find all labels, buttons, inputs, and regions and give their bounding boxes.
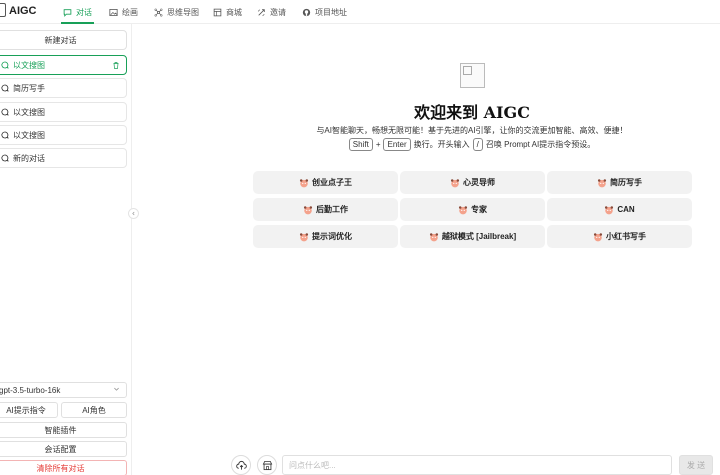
conversation-item[interactable]: 以文搜图 [0, 125, 127, 145]
keyboard-hint: Shift + Enter 换行。开头输入 / 召唤 Prompt AI提示指令… [292, 138, 652, 151]
prompt-card[interactable]: 创业点子王 [253, 171, 398, 194]
chat-bubble-icon [1, 154, 9, 162]
prompt-card[interactable]: 心灵导师 [400, 171, 545, 194]
hint-text-1: 换行。开头输入 [413, 140, 470, 149]
invite-icon [257, 8, 265, 16]
tab-mindmap-label: 思维导图 [167, 7, 199, 17]
tab-store-label: 商城 [226, 7, 242, 17]
store-icon [213, 8, 222, 16]
prompt-card-label: 简历写手 [610, 178, 642, 187]
plugin-store-button[interactable] [257, 455, 277, 475]
tab-draw-label: 绘画 [122, 7, 138, 17]
collapse-sidebar-button[interactable] [128, 208, 139, 219]
prompt-card[interactable]: 小红书写手 [547, 225, 692, 248]
tab-chat-label: 对话 [76, 7, 92, 17]
prompt-card-label: 后勤工作 [316, 205, 348, 214]
prompt-card-label: 小红书写手 [606, 232, 646, 241]
tab-mindmap[interactable]: 思维导图 [154, 0, 199, 24]
cloud-upload-icon [235, 460, 247, 470]
prompt-card-label: CAN [617, 205, 635, 214]
kbd-shift: Shift [348, 138, 373, 151]
model-select-value: gpt-3.5-turbo-16k [0, 385, 61, 395]
tab-chat[interactable]: 对话 [61, 0, 94, 24]
prompt-card[interactable]: CAN [547, 198, 692, 221]
tab-invite-label: 邀请 [270, 7, 286, 17]
top-nav: AIGC 对话 绘画 思维导图 商城 邀请 项目地址 [0, 0, 720, 24]
app-title: AIGC [9, 5, 37, 17]
sidebar: 新建对话 以文搜图 简历写手 以文搜图 以文搜图 新的对话 gpt-3.5-tu… [0, 24, 132, 475]
chat-bubble-icon [1, 61, 9, 69]
mindmap-icon [154, 8, 163, 16]
conversation-label: 以文搜图 [13, 60, 45, 70]
kbd-enter: Enter [383, 138, 411, 151]
store-icon [262, 460, 272, 470]
tab-invite[interactable]: 邀请 [257, 0, 286, 24]
hint-text-2: 召唤 Prompt AI提示指令预设。 [485, 140, 596, 149]
new-chat-button[interactable]: 新建对话 [0, 30, 127, 50]
welcome-title: 欢迎来到 AIGC [414, 103, 530, 122]
image-icon [109, 8, 118, 16]
prompt-card-label: 提示词优化 [312, 232, 352, 241]
prompt-card-label: 创业点子王 [312, 178, 352, 187]
welcome-subtitle: 与AI智能聊天，畅想无限可能！基于先进的AI引擎，让你的交流更加智能、高效、便捷… [316, 126, 628, 135]
chevron-down-icon [114, 387, 119, 391]
prompt-card-label: 专家 [471, 205, 487, 214]
chat-bubble-icon [1, 84, 9, 92]
conversation-label: 以文搜图 [13, 107, 45, 117]
prompt-card-label: 越狱模式 [Jailbreak] [441, 232, 517, 241]
conversation-item[interactable]: 以文搜图 [0, 102, 127, 122]
trash-icon[interactable] [112, 61, 120, 70]
plugins-button[interactable]: 智能插件 [0, 422, 127, 438]
tab-project-label: 项目地址 [315, 7, 347, 17]
prompt-card-label: 心灵导师 [463, 178, 495, 187]
ai-prompt-button[interactable]: AI提示指令 [0, 402, 58, 418]
prompt-card[interactable]: 简历写手 [547, 171, 692, 194]
panda-icon [593, 232, 603, 241]
prompt-card[interactable]: 专家 [400, 198, 545, 221]
prompt-card[interactable]: 越狱模式 [Jailbreak] [400, 225, 545, 248]
clear-all-button[interactable]: 清除所有对话 [0, 460, 127, 475]
chat-icon [63, 8, 72, 17]
panda-icon [299, 178, 309, 187]
tab-draw[interactable]: 绘画 [109, 0, 138, 24]
conversation-label: 新的对话 [13, 153, 45, 163]
conversation-item[interactable]: 简历写手 [0, 78, 127, 98]
chat-bubble-icon [1, 131, 9, 139]
upload-button[interactable] [231, 455, 251, 475]
panda-icon [450, 178, 460, 187]
chat-bubble-icon [1, 108, 9, 116]
session-config-button[interactable]: 会话配置 [0, 441, 127, 457]
panda-icon [605, 205, 614, 214]
ai-role-button[interactable]: AI角色 [61, 402, 127, 418]
prompt-card[interactable]: 提示词优化 [253, 225, 398, 248]
panda-icon [458, 205, 468, 214]
model-select[interactable]: gpt-3.5-turbo-16k [0, 382, 127, 398]
conversation-label: 简历写手 [13, 83, 45, 93]
hint-plus: + [375, 140, 381, 149]
logo-image [460, 63, 485, 88]
conversation-item[interactable]: 新的对话 [0, 148, 127, 168]
tab-project[interactable]: 项目地址 [302, 0, 347, 24]
prompt-card[interactable]: 后勤工作 [253, 198, 398, 221]
chevron-left-icon [132, 211, 135, 216]
panda-icon [597, 178, 607, 187]
conversation-label: 以文搜图 [13, 130, 45, 140]
github-icon [302, 8, 311, 16]
send-button[interactable]: 发 送 [679, 455, 713, 475]
conversation-item[interactable]: 以文搜图 [0, 55, 127, 75]
panda-icon [299, 232, 309, 241]
logo-icon [0, 3, 6, 17]
message-input[interactable] [282, 455, 672, 475]
panda-icon [429, 232, 438, 241]
kbd-slash: / [472, 138, 483, 151]
tab-store[interactable]: 商城 [213, 0, 242, 24]
panda-icon [303, 205, 313, 214]
